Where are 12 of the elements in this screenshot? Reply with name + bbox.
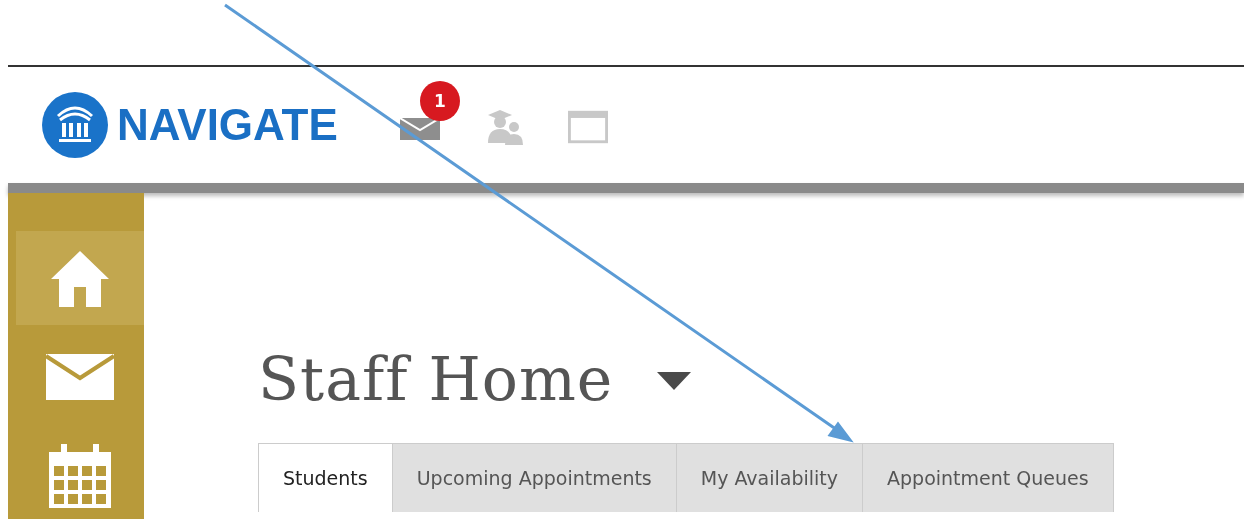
sidebar-item[interactable]: [16, 231, 144, 326]
logo-text: NAVIGATE: [117, 100, 338, 150]
caret-icon[interactable]: [657, 372, 692, 390]
tab[interactable]: Appointment Queues: [863, 444, 1113, 512]
tab[interactable]: Upcoming Appointments: [392, 444, 677, 512]
envelope-icon: [46, 354, 114, 400]
calendar-icon: [49, 443, 111, 508]
notification-badge: 1: [419, 81, 460, 121]
building-logo-icon: [42, 92, 108, 158]
window-icon[interactable]: [567, 110, 608, 144]
tab[interactable]: My Availability: [676, 444, 864, 512]
page-title: Staff Home: [258, 344, 614, 414]
